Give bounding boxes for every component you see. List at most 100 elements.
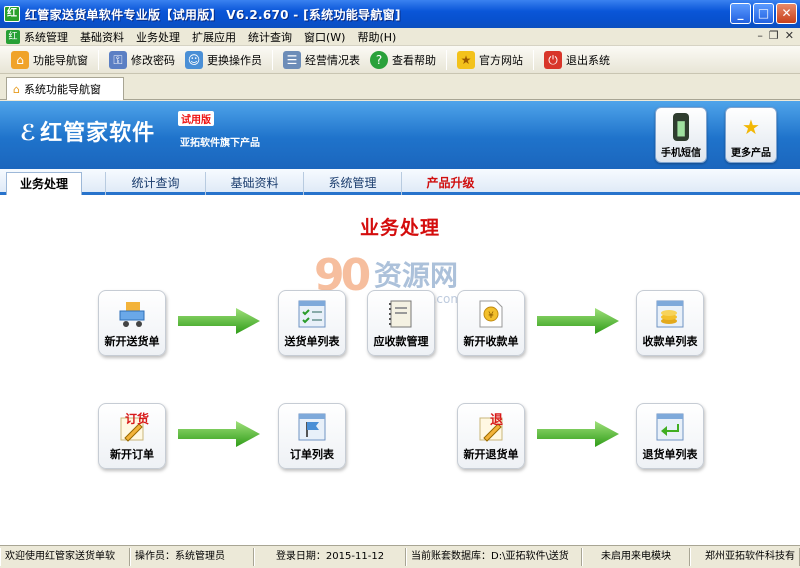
arrow-right-icon <box>537 308 619 334</box>
product-logo: ℰ 红管家软件 <box>20 121 156 146</box>
mdi-minimize-icon[interactable]: – <box>757 29 763 42</box>
mdi-app-icon[interactable]: 红 <box>6 29 20 44</box>
arrow-right-icon <box>537 421 619 447</box>
toolbar-report-button[interactable]: ☰ 经营情况表 <box>278 48 365 72</box>
tab-business[interactable]: 业务处理 <box>6 172 82 195</box>
menu-system[interactable]: 系统管理 <box>24 29 68 45</box>
title-bar[interactable]: 红 红管家送货单软件专业版【试用版】 V6.2.670 - [系统功能导航窗] … <box>0 0 800 28</box>
menu-basic-data[interactable]: 基础资料 <box>80 29 124 45</box>
delivery-list-button[interactable]: 送货单列表 <box>278 290 346 356</box>
toolbar-separator <box>98 49 99 70</box>
status-operator: 操作员：系统管理员 <box>130 548 254 566</box>
doc-tab-label: 系统功能导航窗 <box>23 83 101 96</box>
arrow-right-icon <box>178 308 260 334</box>
menu-business[interactable]: 业务处理 <box>136 29 180 45</box>
main-content: ℰ 红管家软件 试用版 亚拓软件旗下产品 ▮ 手机短信 ★ 更多产品 业务处理 统… <box>0 101 800 545</box>
users-key-icon: ⚿ <box>109 50 127 69</box>
report-icon: ☰ <box>283 50 301 69</box>
notebook-icon <box>389 300 412 328</box>
toolbar-separator <box>533 49 534 70</box>
status-caller-id: 未启用来电模块 <box>582 548 690 566</box>
section-title: 业务处理 <box>359 217 440 239</box>
toolbar-report-label: 经营情况表 <box>305 53 360 67</box>
new-delivery-label: 新开送货单 <box>104 335 160 348</box>
toolbar-website-label: 官方网站 <box>479 53 523 67</box>
close-button[interactable]: ✕ <box>776 3 797 24</box>
return-list-button[interactable]: 退货单列表 <box>636 403 704 469</box>
menu-window[interactable]: 窗口(W) <box>304 29 345 45</box>
toolbar-nav-label: 功能导航窗 <box>33 53 88 67</box>
category-tabs: 业务处理 统计查询 基础资料 系统管理 产品升级 <box>0 169 800 195</box>
menu-extensions[interactable]: 扩展应用 <box>192 29 236 45</box>
status-company: 郑州亚拓软件科技有 <box>690 548 800 566</box>
arrow-right-icon <box>178 421 260 447</box>
toolbar-help-button[interactable]: ? 查看帮助 <box>365 48 441 72</box>
new-return-button[interactable]: 退 新开退货单 <box>457 403 525 469</box>
toolbar: ⌂ 功能导航窗 ⚿ 修改密码 ☺ 更换操作员 ☰ 经营情况表 ? 查看帮助 ★ … <box>0 46 800 74</box>
toolbar-nav-button[interactable]: ⌂ 功能导航窗 <box>6 48 93 72</box>
menu-bar: 红 系统管理 基础资料 业务处理 扩展应用 统计查询 窗口(W) 帮助(H) –… <box>0 28 800 46</box>
flag-list-icon <box>298 413 326 441</box>
trial-badge: 试用版 <box>178 111 214 126</box>
new-order-button[interactable]: 订货 新开订单 <box>98 403 166 469</box>
toolbar-help-label: 查看帮助 <box>392 53 436 67</box>
shopping-cart-icon <box>119 302 145 327</box>
coins-list-icon <box>656 300 684 328</box>
toolbar-separator <box>446 49 447 70</box>
toolbar-exit-button[interactable]: ⏻ 退出系统 <box>539 48 615 72</box>
toolbar-separator <box>272 49 273 70</box>
watermark-text: 资源网 <box>374 259 459 292</box>
menu-statistics[interactable]: 统计查询 <box>248 29 292 45</box>
tab-upgrade[interactable]: 产品升级 <box>401 172 499 195</box>
menu-help[interactable]: 帮助(H) <box>357 29 396 45</box>
status-bar: 欢迎使用红管家送货单软 操作员：系统管理员 登录日期：2015-11-12 当前… <box>0 545 800 568</box>
star-icon: ★ <box>457 50 475 69</box>
star-icon: ★ <box>742 115 760 139</box>
app-icon: 红 <box>4 6 20 22</box>
sms-label: 手机短信 <box>661 148 701 159</box>
svg-text:¥: ¥ <box>488 311 494 321</box>
tab-basic-data[interactable]: 基础资料 <box>205 172 303 195</box>
user-swap-icon: ☺ <box>185 50 203 69</box>
return-badge: 退 <box>490 413 504 428</box>
new-receipt-button[interactable]: ¥ 新开收款单 <box>457 290 525 356</box>
toolbar-exit-label: 退出系统 <box>566 53 610 67</box>
order-badge: 订货 <box>125 412 150 426</box>
mdi-close-icon[interactable]: ✕ <box>785 29 794 42</box>
toolbar-website-button[interactable]: ★ 官方网站 <box>452 48 528 72</box>
toolbar-operator-label: 更换操作员 <box>207 53 262 67</box>
return-arrow-list-icon <box>656 413 684 441</box>
checklist-icon <box>298 300 326 328</box>
mobile-phone-icon: ▮ <box>673 113 689 141</box>
status-welcome: 欢迎使用红管家送货单软 <box>0 548 130 566</box>
receipt-list-button[interactable]: 收款单列表 <box>636 290 704 356</box>
doc-tab-nav-window[interactable]: ⌂ 系统功能导航窗 <box>6 77 124 100</box>
power-icon: ⏻ <box>544 50 562 69</box>
new-receipt-label: 新开收款单 <box>463 335 519 348</box>
return-list-label: 退货单列表 <box>642 448 698 461</box>
document-tab-strip: ⌂ 系统功能导航窗 <box>0 74 800 100</box>
more-products-button[interactable]: ★ 更多产品 <box>725 107 777 163</box>
more-products-label: 更多产品 <box>731 148 771 159</box>
toolbar-password-label: 修改密码 <box>131 53 175 67</box>
mdi-restore-icon[interactable]: ❐ <box>769 29 779 42</box>
minimize-button[interactable]: _ <box>730 3 751 24</box>
maximize-button[interactable]: □ <box>753 3 774 24</box>
order-list-button[interactable]: 订单列表 <box>278 403 346 469</box>
receivables-button[interactable]: 应收款管理 <box>367 290 435 356</box>
coin-document-icon: ¥ <box>479 300 503 328</box>
help-icon: ? <box>370 50 388 69</box>
status-database: 当前账套数据库：D:\亚拓软件\送货 <box>406 548 582 566</box>
logo-text: 红管家软件 <box>40 121 156 146</box>
new-order-label: 新开订单 <box>110 448 154 461</box>
toolbar-change-password-button[interactable]: ⚿ 修改密码 <box>104 48 180 72</box>
tab-statistics[interactable]: 统计查询 <box>105 172 205 195</box>
new-delivery-button[interactable]: 新开送货单 <box>98 290 166 356</box>
receipt-list-label: 收款单列表 <box>642 335 698 348</box>
sms-button[interactable]: ▮ 手机短信 <box>655 107 707 163</box>
toolbar-switch-operator-button[interactable]: ☺ 更换操作员 <box>180 48 267 72</box>
tab-system[interactable]: 系统管理 <box>303 172 401 195</box>
product-banner: ℰ 红管家软件 试用版 亚拓软件旗下产品 ▮ 手机短信 ★ 更多产品 <box>0 101 800 169</box>
delivery-list-label: 送货单列表 <box>284 335 340 348</box>
status-login-date: 登录日期：2015-11-12 <box>254 548 406 566</box>
